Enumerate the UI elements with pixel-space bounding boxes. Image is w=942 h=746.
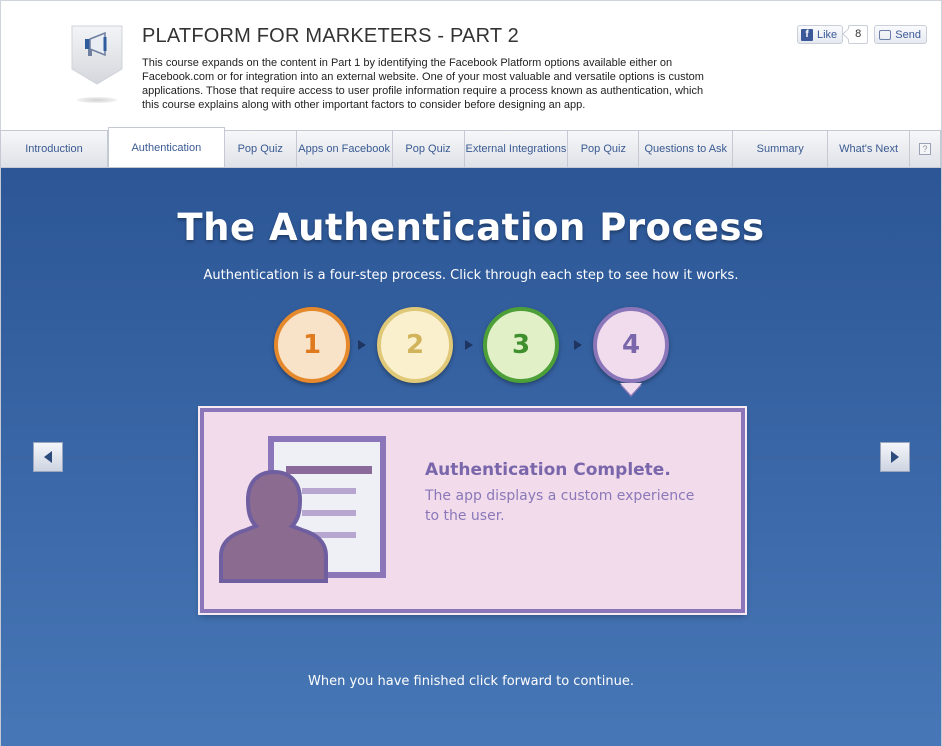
send-label: Send [895,28,921,41]
tab-whats-next[interactable]: What's Next [828,131,911,167]
tab-introduction[interactable]: Introduction [1,131,108,167]
tab-pop-quiz-3[interactable]: Pop Quiz [568,131,640,167]
course-header: PLATFORM FOR MARKETERS - PART 2 This cou… [0,0,942,130]
tab-authentication[interactable]: Authentication [107,127,225,167]
facebook-like-button[interactable]: f Like [796,25,844,44]
facebook-send-button[interactable]: Send [874,25,927,44]
tab-external-integrations[interactable]: External Integrations [465,131,569,167]
arrow-left-icon [44,451,52,463]
course-tabs: Introduction Authentication Pop Quiz App… [0,127,942,168]
lesson-stage: The Authentication Process Authenticatio… [0,168,942,746]
badge-shadow [77,97,117,103]
tab-pop-quiz-1[interactable]: Pop Quiz [225,131,297,167]
facebook-icon: f [800,28,813,41]
next-button[interactable] [880,442,910,472]
course-description: This course expands on the content in Pa… [142,57,704,111]
panel-title: Authentication Complete. [425,460,671,480]
like-label: Like [816,28,838,41]
step-2-button[interactable]: 2 [377,307,453,383]
help-icon: ? [919,143,932,155]
step-1-button[interactable]: 1 [274,307,350,383]
step-arrow-icon [574,340,582,350]
previous-button[interactable] [33,442,63,472]
step-arrow-icon [358,340,366,350]
tab-pop-quiz-2[interactable]: Pop Quiz [393,131,465,167]
step-4-button[interactable]: 4 [593,307,669,383]
arrow-right-icon [891,451,899,463]
course-title: PLATFORM FOR MARKETERS - PART 2 [142,25,519,47]
megaphone-icon [71,25,123,85]
user-profile-icon [219,436,386,583]
like-count: 8 [848,25,869,44]
selected-step-pointer [620,383,642,395]
step-3-button[interactable]: 3 [483,307,559,383]
send-icon [879,29,892,40]
lesson-heading: The Authentication Process [177,206,765,249]
panel-text: The app displays a custom experience to … [425,488,695,524]
help-tab[interactable]: ? [910,131,941,167]
lesson-subheading: Authentication is a four-step process. C… [203,268,739,283]
continue-instruction: When you have finished click forward to … [308,674,634,689]
social-buttons: f Like 8 Send [796,25,927,44]
step-arrow-icon [465,340,473,350]
step-detail-panel: Authentication Complete. The app display… [200,408,745,613]
tab-summary[interactable]: Summary [733,131,829,167]
tab-apps-on-facebook[interactable]: Apps on Facebook [297,131,393,167]
tab-questions-to-ask[interactable]: Questions to Ask [639,131,734,167]
